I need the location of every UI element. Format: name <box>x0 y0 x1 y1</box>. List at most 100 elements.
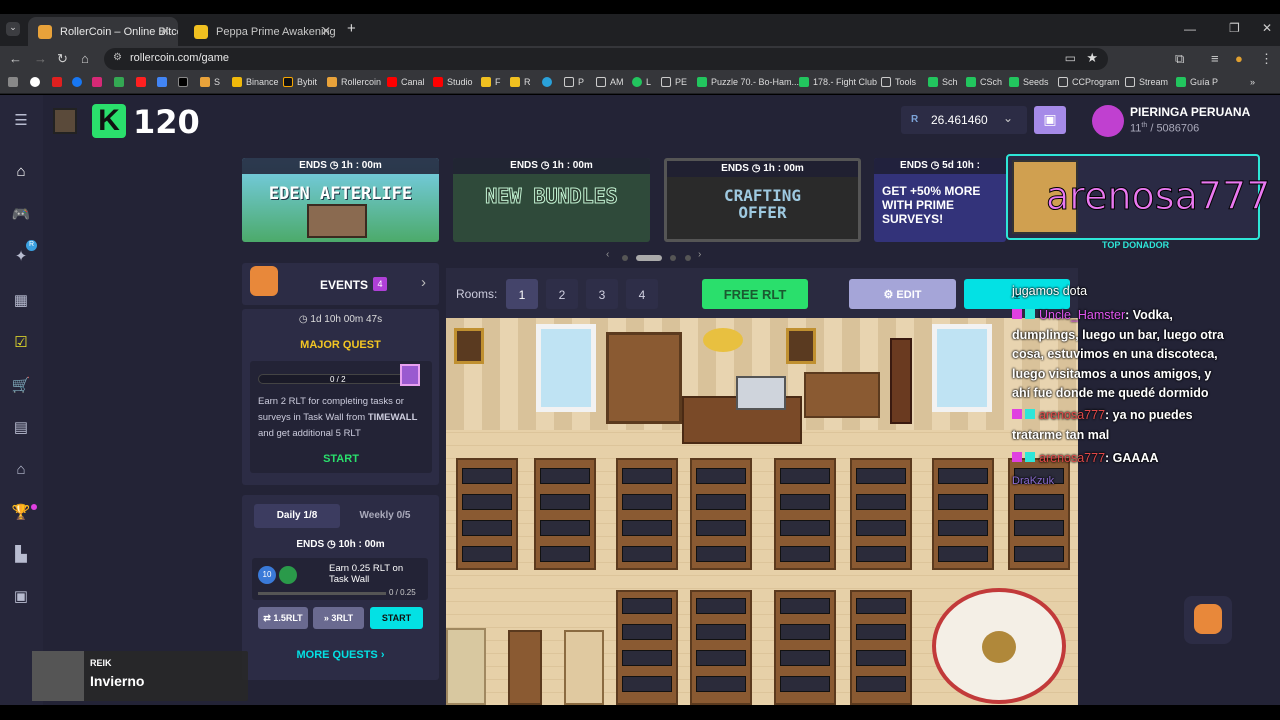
bookmark-studio[interactable]: Studio <box>433 77 473 87</box>
bookmark-sch[interactable]: Sch <box>928 77 958 87</box>
more-quests-link[interactable]: MORE QUESTS › <box>242 649 439 661</box>
back-icon[interactable]: ← <box>9 51 22 66</box>
room-2-button[interactable]: 2 <box>546 279 578 309</box>
bookmark-bybit[interactable]: Bybit <box>283 77 317 87</box>
menu-toggle-icon[interactable]: ☰ <box>11 111 31 129</box>
bookmark-fightclub[interactable]: 178.- Fight Club <box>799 77 877 87</box>
news-nav-icon[interactable]: ▣ <box>11 587 31 605</box>
miner-rack[interactable] <box>932 458 994 570</box>
quest-start-button[interactable]: START <box>250 453 432 465</box>
maximize-icon[interactable]: ❐ <box>1229 21 1240 35</box>
bookmark-2[interactable] <box>52 77 66 87</box>
bookmark-pe[interactable]: PE <box>661 77 687 87</box>
tab-rollercoin[interactable]: RollerCoin – Online Bitcoin Min ✕ <box>28 17 178 46</box>
url-field[interactable]: ⚙ rollercoin.com/game ▭ ★ <box>104 48 1108 70</box>
bookmark-6[interactable] <box>136 77 150 87</box>
tab-weekly[interactable]: Weekly 0/5 <box>342 504 428 528</box>
wallet-button[interactable]: ▣ <box>1034 106 1066 134</box>
game-nav-icon[interactable]: 🎮 <box>11 205 31 223</box>
edit-room-button[interactable]: ⚙ EDIT <box>849 279 956 309</box>
bookmark-p[interactable]: P <box>564 77 584 87</box>
free-rlt-button[interactable]: FREE RLT <box>702 279 808 309</box>
close-window-icon[interactable]: ✕ <box>1262 21 1272 35</box>
extensions-icon[interactable]: ⧉ <box>1175 51 1184 67</box>
bookmark-r[interactable]: R <box>510 77 531 87</box>
media-icon[interactable]: ≡ <box>1211 51 1219 66</box>
close-tab-icon[interactable]: ✕ <box>160 24 170 38</box>
banner-prime-surveys[interactable]: ENDS ◷ 5d 10h : GET +50% MORE WITH PRIME… <box>874 158 1006 242</box>
miner-rack[interactable] <box>616 590 678 705</box>
bookmark-7[interactable] <box>157 77 171 87</box>
close-tab-icon[interactable]: ✕ <box>321 24 331 38</box>
bookmark-f[interactable]: F <box>481 77 501 87</box>
new-tab-button[interactable]: + <box>347 20 356 37</box>
site-info-icon[interactable]: ⚙ <box>113 52 122 63</box>
home-icon[interactable]: ⌂ <box>81 51 89 66</box>
bookmark-star-icon[interactable]: ★ <box>1086 50 1098 66</box>
install-app-icon[interactable]: ▭ <box>1065 51 1076 65</box>
room-1-button[interactable]: 1 <box>506 279 538 309</box>
bookmark-5[interactable] <box>114 77 128 87</box>
miner-rack[interactable] <box>774 590 836 705</box>
miner-rack[interactable] <box>850 458 912 570</box>
miner-rack[interactable] <box>690 590 752 705</box>
tab-peppa[interactable]: Peppa Prime Awakening Event ✕ <box>184 17 339 46</box>
carousel-prev-icon[interactable]: ‹ <box>606 249 609 260</box>
bookmark-stream[interactable]: Stream <box>1125 77 1168 87</box>
banner-eden-afterlife[interactable]: ENDS ◷ 1h : 00m EDEN AFTERLIFE <box>242 158 439 242</box>
carousel-dot[interactable] <box>685 255 691 261</box>
bookmark-x[interactable] <box>178 77 192 87</box>
support-hamster-button[interactable] <box>1184 596 1232 644</box>
room-3-button[interactable]: 3 <box>586 279 618 309</box>
bookmark-am[interactable]: AM <box>596 77 624 87</box>
bookmark-apps[interactable] <box>8 77 22 87</box>
forward-icon[interactable]: → <box>34 51 47 66</box>
bookmark-seeds[interactable]: Seeds <box>1009 77 1049 87</box>
bookmark-canal[interactable]: Canal <box>387 77 425 87</box>
store-nav-icon[interactable]: ▤ <box>11 418 31 436</box>
bookmark-tools[interactable]: Tools <box>881 77 916 87</box>
balance-dropdown[interactable]: R 26.461460 ⌄ <box>901 106 1027 134</box>
banner-crafting-offer[interactable]: ENDS ◷ 1h : 00m CRAFTING OFFER <box>664 158 861 242</box>
miner-rack[interactable] <box>690 458 752 570</box>
miner-rack[interactable] <box>850 590 912 705</box>
events-header[interactable]: EVENTS 4 › <box>242 263 439 305</box>
user-avatar[interactable] <box>1092 105 1124 137</box>
bookmark-csch[interactable]: CSch <box>966 77 1002 87</box>
daily-start-button[interactable]: START <box>370 607 423 629</box>
bookmarks-overflow-icon[interactable]: » <box>1250 77 1255 87</box>
carousel-dot[interactable] <box>670 255 676 261</box>
marketplace-nav-icon[interactable]: 🛒 <box>11 376 31 394</box>
carousel-dot[interactable] <box>622 255 628 261</box>
bank-nav-icon[interactable]: ⌂ <box>11 461 31 479</box>
miner-rack[interactable] <box>534 458 596 570</box>
bookmark-4[interactable] <box>92 77 106 87</box>
miner-rack[interactable] <box>456 458 518 570</box>
bookmark-s[interactable]: S <box>200 77 220 87</box>
skip-paid-button[interactable]: » 3RLT <box>313 607 364 629</box>
browser-menu-icon[interactable]: ⋮ <box>1260 51 1273 67</box>
bookmark-guia[interactable]: Guía P <box>1176 77 1218 87</box>
inventory-nav-icon[interactable]: ▦ <box>11 291 31 309</box>
username[interactable]: PIERINGA PERUANA <box>1130 105 1250 119</box>
avatar-small[interactable] <box>53 108 77 134</box>
bookmark-binance[interactable]: Binance <box>232 77 279 87</box>
banner-new-bundles[interactable]: ENDS ◷ 1h : 00m NEW BUNDLES <box>453 158 650 242</box>
minimize-icon[interactable]: — <box>1184 22 1196 36</box>
bookmark-3[interactable] <box>72 77 86 87</box>
room-scene[interactable] <box>446 318 1078 705</box>
bookmark-telegram[interactable] <box>542 77 556 87</box>
profile-icon[interactable]: ● <box>1235 51 1243 66</box>
bookmark-rollercoin[interactable]: Rollercoin <box>327 77 381 87</box>
reload-icon[interactable]: ↻ <box>57 51 68 67</box>
home-nav-icon[interactable]: ⌂ <box>11 163 31 181</box>
bookmark-1[interactable] <box>30 77 44 87</box>
room-4-button[interactable]: 4 <box>626 279 658 309</box>
factory-nav-icon[interactable]: ▙ <box>11 545 31 563</box>
tab-search-icon[interactable]: ⌄ <box>6 22 20 36</box>
trophy-nav-icon[interactable]: 🏆 <box>11 503 31 521</box>
bookmark-ccprogram[interactable]: CCProgram <box>1058 77 1120 87</box>
bookmark-l[interactable]: L <box>632 77 651 87</box>
reroll-paid-button[interactable]: ⇄ 1.5RLT <box>258 607 308 629</box>
tab-daily[interactable]: Daily 1/8 <box>254 504 340 528</box>
